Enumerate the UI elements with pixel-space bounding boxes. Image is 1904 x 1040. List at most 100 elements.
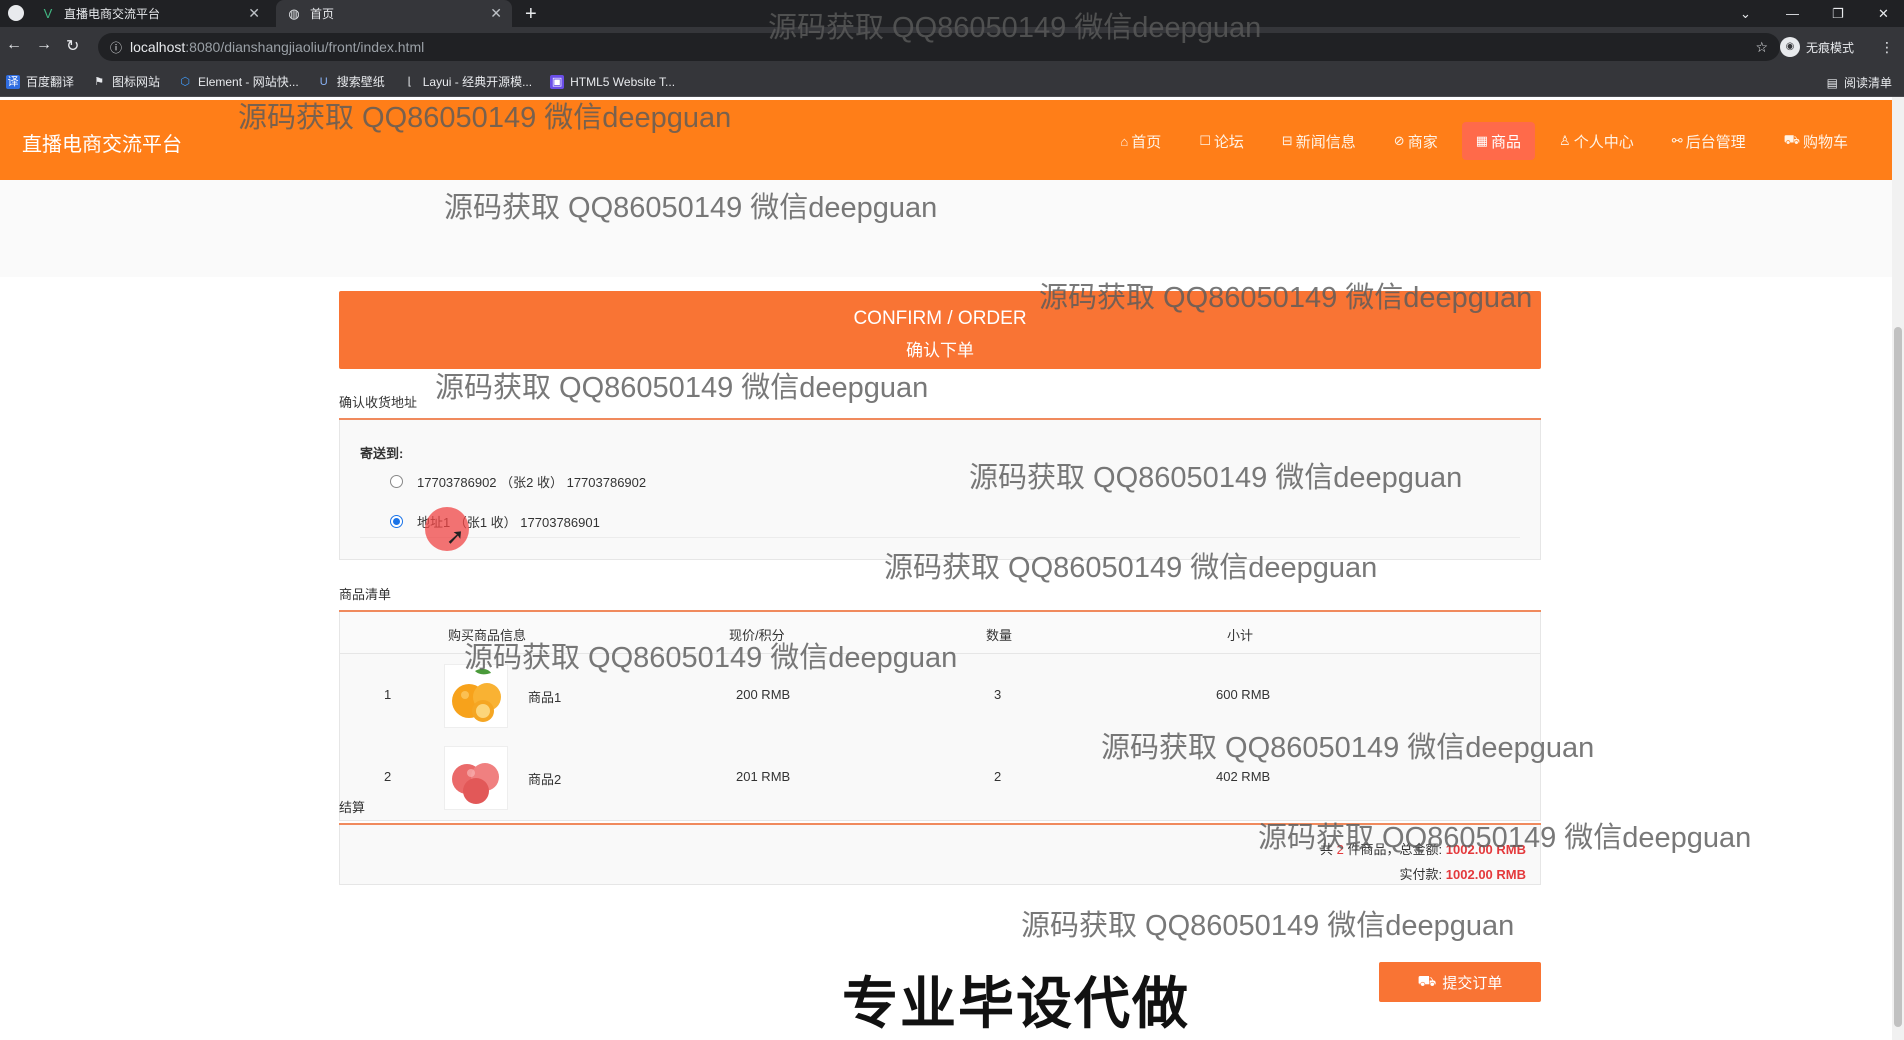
mouse-cursor-icon: ➚ [446, 524, 465, 549]
address-option[interactable]: 地址1 （张1 收） 17703786901 [390, 512, 600, 531]
goods-section-title: 商品清单 [339, 587, 392, 602]
goods-name[interactable]: 商品2 [528, 769, 561, 788]
ad-overlay-text: 专业毕设代做 [842, 972, 1190, 1037]
cart-icon: ⛟ [1417, 972, 1437, 990]
bookmark-label: 搜索壁纸 [336, 75, 385, 89]
main-nav: ⌂ 首页 ☐ 论坛 ⊟ 新闻信息 ⊘ 商家 ▦ 商品 ♙ 个人中心 ⚯ 后台管理 ⛟ 购物车 [1096, 122, 1862, 160]
browser-menu-icon[interactable] [8, 5, 24, 21]
browser-tab-home[interactable]: ◍ 首页 ✕ [276, 0, 512, 27]
restore-icon[interactable]: ❐ [1832, 0, 1844, 27]
bookmark-star-icon[interactable]: ☆ [1755, 39, 1768, 56]
goods-icon: ▦ [1475, 133, 1489, 148]
nav-forum[interactable]: ☐ 论坛 [1185, 122, 1258, 160]
browser-tab-platform[interactable]: V 直播电商交流平台 ✕ [30, 0, 270, 27]
address-section-title: 确认收货地址 [339, 395, 418, 410]
incognito-profile[interactable]: ◉ 无痕模式 ⋮ [1780, 37, 1894, 57]
actual-amount: 1002.00 RMB [1445, 867, 1526, 882]
nav-cart[interactable]: ⛟ 购物车 [1770, 122, 1862, 160]
banner-title-en: CONFIRM / ORDER [853, 308, 1027, 329]
nav-label: 新闻信息 [1295, 133, 1356, 151]
user-icon: ♙ [1559, 133, 1571, 148]
bookmark-item[interactable]: U 搜索壁纸 [317, 73, 385, 90]
orange-fruit-icon[interactable] [444, 664, 508, 728]
html5-icon: ▣ [550, 74, 565, 89]
close-icon[interactable]: ✕ [248, 5, 260, 22]
element-logo-icon: ⬡ [180, 75, 190, 88]
bookmark-item[interactable]: ⌊ Layui - 经典开源模... [403, 73, 533, 90]
wallpaper-icon: U [319, 75, 328, 88]
nav-admin[interactable]: ⚯ 后台管理 [1658, 122, 1760, 160]
nav-merchant[interactable]: ⊘ 商家 [1380, 122, 1452, 160]
more-icon[interactable]: ⋮ [1880, 39, 1894, 56]
column-header: 现价/积分 [729, 628, 785, 643]
summary-prefix: 共 [1320, 842, 1334, 857]
nav-label: 商品 [1491, 133, 1522, 151]
url-host: localhost [130, 39, 186, 55]
scrollbar-thumb[interactable] [1894, 327, 1902, 1027]
news-icon: ⊟ [1281, 133, 1293, 148]
new-tab-button[interactable]: + [525, 3, 537, 26]
nav-label: 论坛 [1213, 133, 1244, 151]
summary-mid: 件商品，总金额: [1347, 842, 1443, 857]
nav-goods[interactable]: ▦ 商品 [1461, 122, 1536, 160]
bookmark-item[interactable]: 译百度翻译 [6, 73, 74, 90]
apple-fruit-icon[interactable] [444, 746, 508, 810]
address-radio[interactable] [390, 515, 403, 528]
info-icon[interactable]: ⓘ [110, 39, 122, 56]
submit-order-button[interactable]: ⛟ 提交订单 [1379, 962, 1541, 1002]
nav-home[interactable]: ⌂ 首页 [1106, 122, 1175, 160]
settle-box: 共 2 件商品，总金额: 1002.00 RMB 实付款: 1002.00 RM… [339, 825, 1541, 885]
tab-search-icon[interactable]: ⌄ [1740, 0, 1751, 27]
bookmark-label: 百度翻译 [26, 75, 75, 89]
tab-title: 直播电商交流平台 [64, 7, 161, 21]
profile-label: 无痕模式 [1806, 40, 1855, 55]
url-input[interactable]: ⓘ localhost:8080/dianshangjiaoliu/front/… [98, 33, 1780, 61]
url-path: :8080/dianshangjiaoliu/front/index.html [185, 39, 425, 55]
tab-title: 首页 [310, 7, 335, 21]
close-icon[interactable]: ✕ [490, 5, 502, 22]
goods-price: 201 RMB [736, 769, 791, 784]
bookmark-label: Layui - 经典开源模... [422, 75, 533, 89]
nav-news[interactable]: ⊟ 新闻信息 [1268, 122, 1370, 160]
reading-list-button[interactable]: ▤ 阅读清单 [1827, 74, 1892, 91]
item-count: 2 [1336, 842, 1344, 857]
reload-icon[interactable]: ↻ [66, 36, 79, 56]
confirm-order-banner: CONFIRM / ORDER 确认下单 [339, 291, 1541, 369]
table-row: 1 商品1 200 RMB 3 600 RMB [340, 655, 1540, 737]
goods-price: 200 RMB [736, 687, 791, 702]
address-radio[interactable] [390, 475, 403, 488]
total-amount: 1002.00 RMB [1445, 842, 1526, 857]
row-index: 1 [384, 687, 392, 702]
close-window-icon[interactable]: ✕ [1878, 0, 1889, 27]
back-icon[interactable]: ← [6, 36, 22, 54]
goods-name[interactable]: 商品1 [528, 687, 561, 706]
nav-label: 首页 [1131, 133, 1162, 151]
address-bar-row: ← → ↻ ⓘ localhost:8080/dianshangjiaoliu/… [0, 27, 1904, 67]
shop-icon: ⊘ [1393, 133, 1405, 148]
address-option[interactable]: 17703786902 （张2 收） 17703786902 [390, 472, 646, 491]
home-icon: ⌂ [1120, 133, 1129, 149]
cart-icon: ⛟ [1783, 132, 1800, 147]
flag-icon: ⚑ [94, 75, 104, 88]
nav-user-center[interactable]: ♙ 个人中心 [1545, 122, 1648, 160]
page-viewport: 直播电商交流平台 ⌂ 首页 ☐ 论坛 ⊟ 新闻信息 ⊘ 商家 ▦ 商品 ♙ 个人中心 ⚯ 后台… [0, 97, 1892, 1040]
nav-label: 个人中心 [1573, 133, 1634, 151]
vue-logo-icon: V [43, 5, 53, 21]
goods-table: 购买商品信息 现价/积分 数量 小计 1 商品1 200 RMB 3 600 R… [339, 612, 1541, 821]
bookmark-item[interactable]: ⚑ 图标网站 [92, 73, 160, 90]
browser-tab-strip: V 直播电商交流平台 ✕ ◍ 首页 ✕ + ⌄ — ❐ ✕ [0, 0, 1904, 27]
bookmark-item[interactable]: ▣ HTML5 Website T... [550, 74, 675, 89]
actual-payment: 实付款: 1002.00 RMB [1400, 864, 1526, 883]
nav-label: 商家 [1407, 133, 1438, 151]
forward-icon[interactable]: → [36, 36, 52, 54]
page-scrollbar[interactable] [1892, 97, 1904, 1040]
site-title[interactable]: 直播电商交流平台 [22, 128, 182, 157]
layui-logo-icon: ⌊ [407, 75, 412, 88]
reading-list-icon: ▤ [1826, 75, 1838, 90]
chat-icon: ☐ [1199, 133, 1211, 148]
minimize-icon[interactable]: — [1786, 0, 1799, 27]
bookmark-item[interactable]: ⬡ Element - 网站快... [178, 73, 299, 90]
submit-label: 提交订单 [1442, 974, 1503, 992]
ship-to-label: 寄送到: [360, 446, 404, 461]
address-text: 17703786902 （张2 收） 17703786902 [417, 475, 647, 490]
